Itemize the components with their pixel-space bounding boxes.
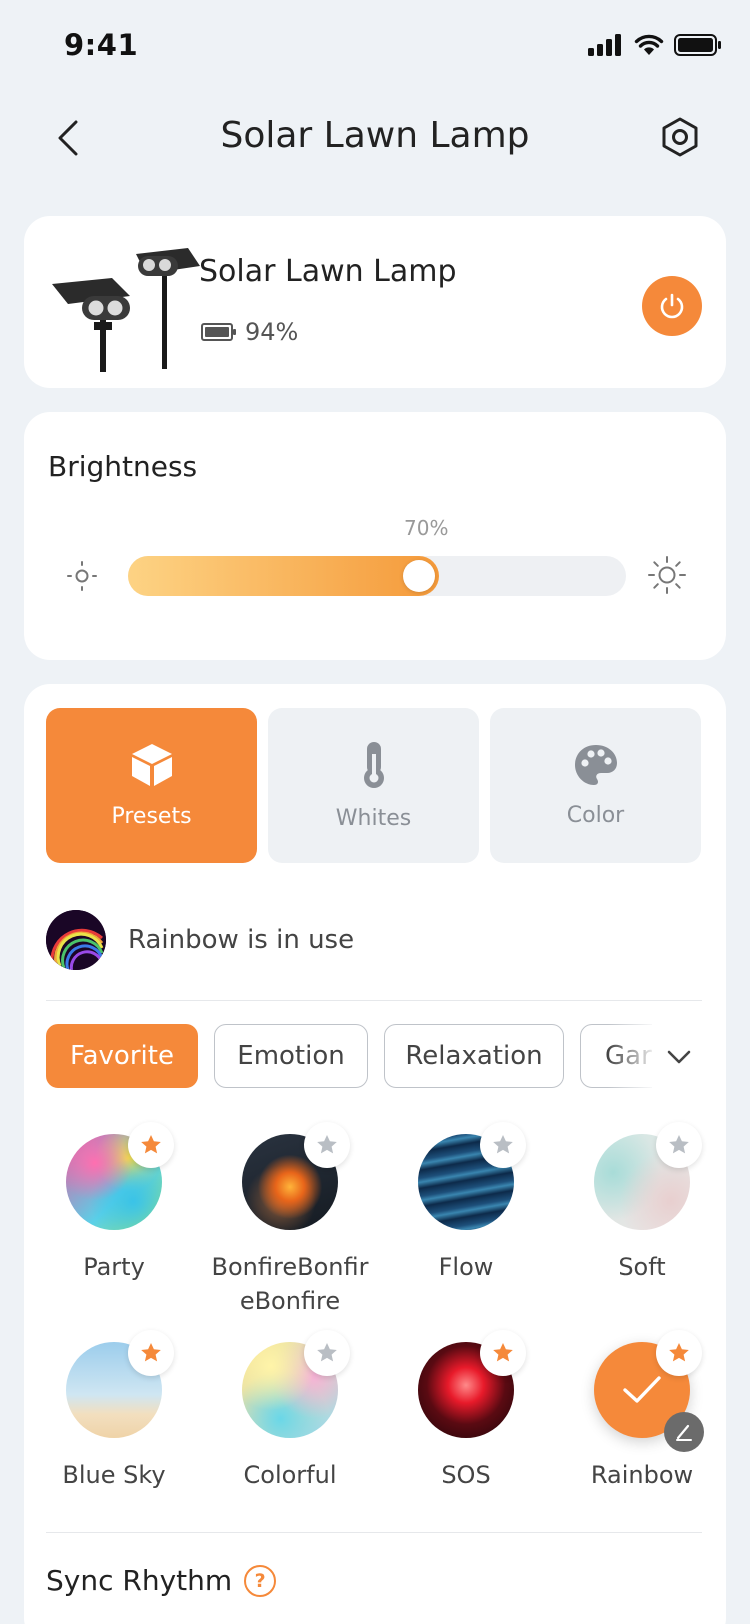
- brightness-slider-knob[interactable]: [403, 560, 435, 592]
- favorite-star-button[interactable]: [656, 1330, 702, 1376]
- device-name: Solar Lawn Lamp: [199, 254, 457, 289]
- chips-fade: [608, 1024, 658, 1090]
- tab-label: Presets: [111, 804, 192, 829]
- chip-favorite[interactable]: Favorite: [46, 1024, 198, 1088]
- chevron-down-icon: [667, 1050, 691, 1064]
- brightness-title: Brightness: [48, 450, 198, 483]
- preset-sos[interactable]: SOS: [378, 1330, 554, 1492]
- battery-level: 94%: [245, 318, 299, 346]
- palette-icon: [574, 745, 617, 785]
- preset-colorful[interactable]: Colorful: [202, 1330, 378, 1492]
- preset-label: Soft: [618, 1253, 666, 1281]
- divider: [46, 1000, 702, 1001]
- brightness-high-icon: [648, 556, 686, 594]
- preset-thumb: [594, 1330, 704, 1452]
- favorite-star-button[interactable]: [304, 1122, 350, 1168]
- preset-label: Colorful: [243, 1461, 337, 1489]
- mode-card: Presets Whites Color Rainbow is in use F…: [24, 684, 726, 1624]
- preset-soft[interactable]: Soft: [554, 1122, 730, 1284]
- power-icon: [660, 293, 684, 319]
- checkmark-icon: [623, 1376, 661, 1403]
- status-bar: 9:41: [0, 0, 750, 95]
- favorite-star-button[interactable]: [304, 1330, 350, 1376]
- tab-color[interactable]: Color: [490, 708, 701, 863]
- preset-label: BonfireBonfireBonfire: [211, 1253, 369, 1315]
- help-icon[interactable]: ?: [244, 1564, 277, 1597]
- thermometer-icon: [363, 742, 384, 788]
- star-icon: [669, 1343, 689, 1362]
- preset-label: Rainbow: [590, 1461, 694, 1489]
- battery-icon: [201, 323, 236, 341]
- preset-thumb: [66, 1122, 174, 1230]
- brightness-low-icon: [67, 561, 97, 591]
- page-title: Solar Lawn Lamp: [220, 115, 530, 156]
- tab-label: Whites: [335, 806, 412, 831]
- preset-thumb: [242, 1330, 350, 1438]
- cube-icon: [131, 744, 172, 786]
- preset-label: SOS: [441, 1461, 491, 1489]
- signal-icon: [588, 34, 621, 56]
- edit-preset-button[interactable]: [664, 1412, 704, 1452]
- divider: [46, 1532, 702, 1533]
- brightness-slider[interactable]: [128, 556, 626, 596]
- star-icon: [141, 1135, 161, 1154]
- brightness-value: 70%: [404, 516, 449, 540]
- star-icon: [317, 1135, 337, 1154]
- status-icons: [588, 34, 722, 56]
- brightness-card: Brightness 70%: [24, 412, 726, 660]
- preset-thumb: [66, 1330, 174, 1438]
- preset-label: Flow: [438, 1253, 494, 1281]
- power-button[interactable]: [642, 276, 702, 336]
- star-icon: [317, 1343, 337, 1362]
- tab-label: Color: [566, 803, 625, 828]
- hexagon-settings-icon: [662, 117, 698, 157]
- category-chips: Favorite Emotion Relaxation Gar: [46, 1024, 706, 1090]
- favorite-star-button[interactable]: [480, 1330, 526, 1376]
- battery-indicator: 94%: [201, 318, 298, 346]
- tab-whites[interactable]: Whites: [268, 708, 479, 863]
- expand-categories-button[interactable]: [652, 1024, 706, 1090]
- header: Solar Lawn Lamp: [0, 95, 750, 195]
- status-time: 9:41: [64, 28, 139, 62]
- favorite-star-button[interactable]: [480, 1122, 526, 1168]
- preset-rainbow[interactable]: Rainbow: [554, 1330, 730, 1492]
- battery-status-icon: [674, 34, 721, 56]
- solar-lamp-image: [52, 248, 200, 372]
- device-card[interactable]: Solar Lawn Lamp 94%: [24, 216, 726, 388]
- brightness-slider-fill: [128, 556, 439, 596]
- preset-thumb: [418, 1330, 526, 1438]
- preset-thumb: [418, 1122, 526, 1230]
- rainbow-thumbnail: [46, 910, 106, 970]
- favorite-star-button[interactable]: [128, 1122, 174, 1168]
- preset-label: Party: [83, 1253, 145, 1281]
- chip-emotion[interactable]: Emotion: [214, 1024, 368, 1088]
- tab-presets[interactable]: Presets: [46, 708, 257, 863]
- settings-button[interactable]: [654, 111, 706, 163]
- wifi-icon: [634, 34, 664, 55]
- chip-relaxation[interactable]: Relaxation: [384, 1024, 564, 1088]
- favorite-star-button[interactable]: [128, 1330, 174, 1376]
- preset-bonfire[interactable]: BonfireBonfireBonfire: [202, 1122, 378, 1318]
- sync-rhythm-title: Sync Rhythm: [46, 1564, 233, 1597]
- in-use-text: Rainbow is in use: [128, 925, 355, 955]
- preset-thumb: [242, 1122, 350, 1230]
- pencil-icon: [676, 1424, 692, 1441]
- mode-tabs: Presets Whites Color: [46, 708, 701, 863]
- star-icon: [669, 1135, 689, 1154]
- favorite-star-button[interactable]: [656, 1122, 702, 1168]
- in-use-indicator: Rainbow is in use: [46, 910, 354, 970]
- star-icon: [493, 1135, 513, 1154]
- star-icon: [493, 1343, 513, 1362]
- star-icon: [141, 1343, 161, 1362]
- preset-flow[interactable]: Flow: [378, 1122, 554, 1284]
- preset-blue-sky[interactable]: Blue Sky: [26, 1330, 202, 1492]
- preset-party[interactable]: Party: [26, 1122, 202, 1284]
- preset-label: Blue Sky: [62, 1461, 166, 1489]
- sync-rhythm-header: Sync Rhythm ?: [46, 1564, 277, 1597]
- preset-thumb: [594, 1122, 702, 1230]
